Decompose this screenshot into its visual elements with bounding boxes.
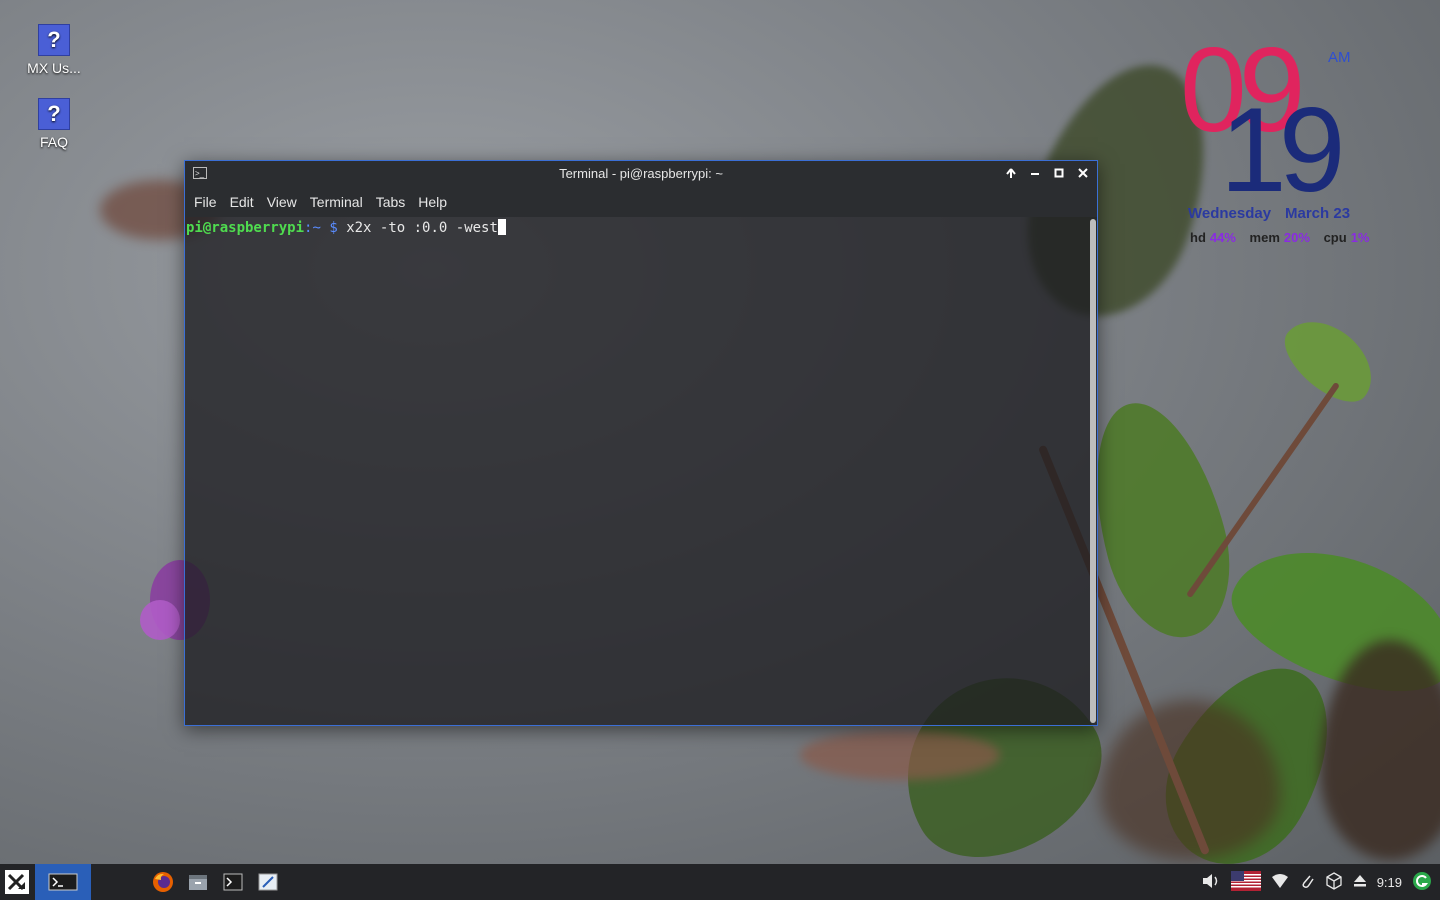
minimize-button[interactable]	[1025, 164, 1045, 184]
stat-value: 44%	[1209, 230, 1236, 245]
task-terminal-active[interactable]	[35, 864, 91, 900]
minimize-icon	[1031, 173, 1039, 175]
menu-terminal[interactable]: Terminal	[304, 194, 369, 210]
maximize-icon	[1054, 168, 1064, 178]
prompt-path: :~	[304, 220, 321, 236]
close-button[interactable]	[1073, 164, 1093, 184]
eject-button[interactable]	[1353, 873, 1367, 892]
stat-label: cpu	[1323, 230, 1347, 245]
update-status-button[interactable]	[1412, 871, 1432, 894]
terminal-window[interactable]: >_ Terminal - pi@raspberrypi: ~ File Edi…	[184, 160, 1098, 726]
maximize-button[interactable]	[1049, 164, 1069, 184]
menu-view[interactable]: View	[261, 194, 303, 210]
help-icon: ?	[38, 24, 70, 56]
menu-bar: File Edit View Terminal Tabs Help	[185, 187, 1097, 217]
help-icon: ?	[38, 98, 70, 130]
file-manager-icon	[189, 875, 207, 890]
menu-help[interactable]: Help	[412, 194, 453, 210]
terminal-launcher[interactable]	[220, 864, 246, 900]
menu-file[interactable]: File	[188, 194, 223, 210]
text-editor-icon	[258, 873, 278, 891]
close-icon	[1078, 168, 1088, 178]
stat-label: mem	[1249, 230, 1280, 245]
conky-clock-widget: 09 19 AM Wednesday March 23 hd 44% mem 20%…	[1180, 30, 1430, 260]
system-tray: 9:19	[1201, 864, 1440, 900]
stat-value: 20%	[1283, 230, 1310, 245]
package-icon	[1326, 871, 1342, 890]
menu-tabs[interactable]: Tabs	[370, 194, 412, 210]
us-flag-icon	[1230, 870, 1261, 891]
arrow-up-icon	[1006, 168, 1016, 178]
wifi-icon	[1271, 873, 1288, 888]
volume-button[interactable]	[1201, 872, 1221, 893]
command-text: x2x -to :0.0 -west	[346, 220, 498, 236]
prompt-user: pi@raspberrypi	[186, 220, 305, 236]
text-cursor	[497, 219, 506, 235]
menu-edit[interactable]: Edit	[224, 194, 260, 210]
text-editor-launcher[interactable]	[255, 864, 281, 900]
clock-ampm: AM	[1328, 49, 1351, 66]
eject-icon	[1353, 874, 1366, 886]
start-menu-button[interactable]	[4, 864, 30, 900]
update-status-icon	[1413, 871, 1431, 890]
speaker-icon	[1202, 873, 1217, 888]
vertical-scrollbar[interactable]	[1090, 219, 1096, 723]
file-manager-launcher[interactable]	[185, 864, 211, 900]
keyboard-layout-button[interactable]	[1230, 870, 1261, 894]
clock-date: March 23	[1285, 205, 1351, 222]
system-stats: hd 44% mem 20% cpu 1%	[1190, 230, 1379, 245]
window-titlebar[interactable]: >_ Terminal - pi@raspberrypi: ~	[185, 161, 1097, 187]
prompt-symbol: $	[329, 220, 338, 236]
updates-button[interactable]	[1325, 871, 1343, 893]
desktop-icon-mx-user-manual[interactable]: ? MX Us...	[9, 24, 99, 76]
network-button[interactable]	[1271, 873, 1289, 892]
desktop-icon-label: FAQ	[39, 134, 68, 150]
clipboard-button[interactable]	[1299, 872, 1315, 893]
firefox-launcher[interactable]	[150, 864, 176, 900]
terminal-icon	[48, 873, 78, 891]
mx-logo-icon	[5, 870, 29, 894]
terminal-icon	[223, 873, 243, 891]
taskbar-clock[interactable]: 9:19	[1377, 875, 1402, 890]
clock-minute: 19	[1220, 83, 1346, 217]
desktop-icon-label: MX Us...	[27, 60, 81, 76]
window-title: Terminal - pi@raspberrypi: ~	[559, 166, 723, 181]
stat-label: hd	[1190, 230, 1206, 245]
taskbar: 9:19	[0, 864, 1440, 900]
stat-value: 1%	[1350, 230, 1370, 245]
keep-on-top-button[interactable]	[1001, 164, 1021, 184]
paperclip-icon	[1302, 875, 1314, 888]
desktop-icon-faq[interactable]: ? FAQ	[9, 98, 99, 150]
clock-weekday: Wednesday	[1188, 205, 1272, 222]
firefox-icon	[153, 872, 173, 892]
terminal-output[interactable]: pi@raspberrypi:~ $ x2x -to :0.0 -west	[185, 217, 1087, 725]
